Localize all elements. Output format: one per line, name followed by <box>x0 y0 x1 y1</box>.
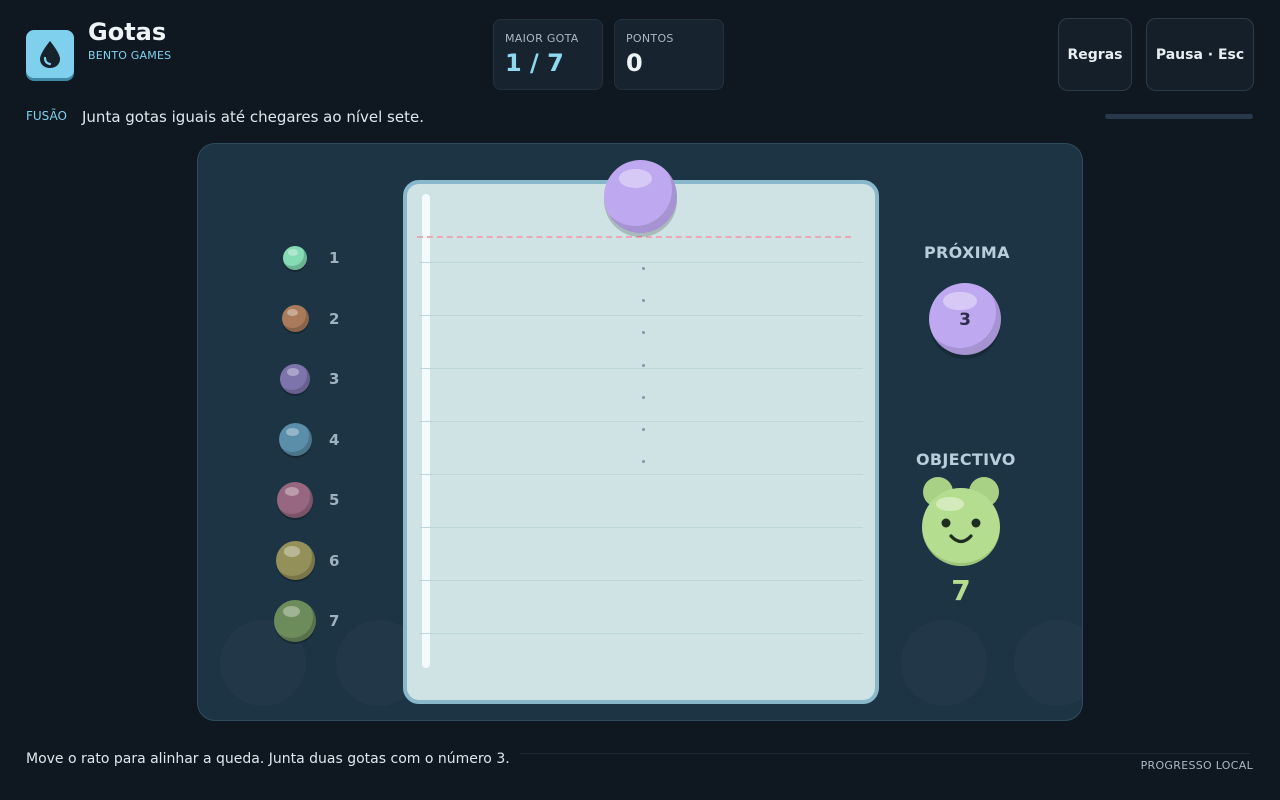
smiling-drop-icon <box>920 476 1002 568</box>
points-value: 0 <box>626 49 643 77</box>
jar-grid-line <box>419 421 863 422</box>
background-bubble <box>901 620 987 706</box>
drop-guide-dot <box>642 363 645 367</box>
legend-drop-icon <box>277 482 313 518</box>
background-bubble <box>1014 620 1082 706</box>
current-drop[interactable] <box>604 160 677 233</box>
drop-guide-dot <box>642 428 645 431</box>
game-page: Gotas BENTO GAMES MAIOR GOTA 1 / 7 PONTO… <box>0 0 1280 800</box>
legend-item: 4 <box>198 420 398 460</box>
legend-item: 6 <box>198 541 398 581</box>
jar-grid-line <box>419 527 863 528</box>
legend-level: 3 <box>329 370 340 388</box>
next-drop-level: 3 <box>959 309 971 330</box>
jar-grid-line <box>419 633 863 634</box>
app-subtitle: BENTO GAMES <box>88 49 172 62</box>
legend-level: 2 <box>329 309 340 328</box>
drop-guide-dot <box>642 267 645 270</box>
goal-label: OBJECTIVO <box>916 450 1016 469</box>
next-label: PRÓXIMA <box>924 243 1010 262</box>
legend-drop-icon <box>274 600 316 642</box>
legend-item: 2 <box>198 299 398 339</box>
footer-divider <box>520 753 1250 754</box>
rules-button[interactable]: Regras <box>1058 18 1132 91</box>
points-stat: PONTOS 0 <box>614 19 724 90</box>
drop-jar[interactable] <box>403 180 879 704</box>
legend-drop-icon <box>283 246 307 270</box>
legend-level: 1 <box>329 249 340 267</box>
legend-drop-icon <box>278 423 312 456</box>
water-drop-icon <box>26 30 74 78</box>
jar-grid-line <box>419 368 863 369</box>
legend-drop-icon <box>275 541 315 580</box>
drop-guide-dot <box>642 460 645 464</box>
instruction-text: Junta gotas iguais até chegares ao nível… <box>82 108 424 126</box>
drop-guide-dot <box>642 331 645 335</box>
mode-tag: FUSÃO <box>26 109 67 123</box>
app-title: Gotas <box>88 18 167 46</box>
jar-grid-line <box>419 262 863 263</box>
pause-button[interactable]: Pausa · Esc <box>1146 18 1254 91</box>
drop-guide-dot <box>642 299 645 303</box>
legend-drop-icon <box>280 364 310 394</box>
local-progress-label: PROGRESSO LOCAL <box>1140 759 1253 772</box>
footer-hint: Move o rato para alinhar a queda. Junta … <box>26 751 510 767</box>
jar-grid-line <box>419 315 863 316</box>
drop-guide-dot <box>642 395 645 399</box>
legend-item: 3 <box>198 359 398 399</box>
legend-level: 4 <box>329 430 340 449</box>
legend-item: 5 <box>198 480 398 520</box>
legend-level: 7 <box>329 612 340 630</box>
jar-grid-line <box>419 474 863 475</box>
legend-drop-icon <box>281 305 309 332</box>
next-drop: 3 <box>929 283 1001 355</box>
goal-level: 7 <box>951 574 971 607</box>
legend-item: 1 <box>198 238 398 278</box>
danger-line <box>417 236 851 238</box>
largest-drop-stat: MAIOR GOTA 1 / 7 <box>493 19 603 90</box>
legend-level: 6 <box>329 551 340 570</box>
points-label: PONTOS <box>626 32 674 45</box>
jar-shine <box>422 194 430 668</box>
jar-grid-line <box>419 580 863 581</box>
progress-bar <box>1105 114 1253 119</box>
legend-item: 7 <box>198 600 398 642</box>
legend-level: 5 <box>329 491 340 509</box>
game-board: 1 2 3 4 5 6 7 PRÓXIMA 3 OBJECTIVO 7 <box>197 143 1083 721</box>
largest-drop-value: 1 / 7 <box>505 49 564 77</box>
largest-drop-label: MAIOR GOTA <box>505 32 579 45</box>
